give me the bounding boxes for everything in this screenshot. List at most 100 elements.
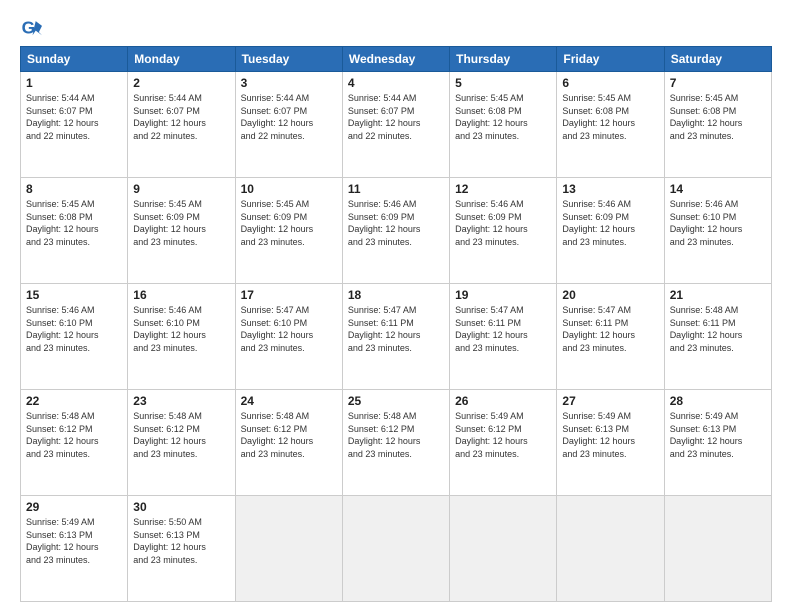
day-info: Sunrise: 5:46 AM Sunset: 6:09 PM Dayligh… [562,198,658,248]
day-cell: 1 Sunrise: 5:44 AM Sunset: 6:07 PM Daylig… [21,72,128,178]
day-number: 23 [133,394,229,408]
day-info: Sunrise: 5:44 AM Sunset: 6:07 PM Dayligh… [241,92,337,142]
day-cell: 26 Sunrise: 5:49 AM Sunset: 6:12 PM Dayli… [450,390,557,496]
day-number: 6 [562,76,658,90]
day-number: 13 [562,182,658,196]
day-cell: 19Sunrise: 5:47 AM Sunset: 6:11 PM Dayli… [450,284,557,390]
day-number: 3 [241,76,337,90]
day-number: 8 [26,182,122,196]
week-row-2: 15 Sunrise: 5:46 AM Sunset: 6:10 PM Dayli… [21,284,772,390]
day-info: Sunrise: 5:49 AM Sunset: 6:13 PM Dayligh… [562,410,658,460]
day-info: Sunrise: 5:46 AM Sunset: 6:09 PM Dayligh… [348,198,444,248]
day-number: 26 [455,394,551,408]
day-info: Sunrise: 5:45 AM Sunset: 6:09 PM Dayligh… [133,198,229,248]
day-info: Sunrise: 5:46 AM Sunset: 6:10 PM Dayligh… [670,198,766,248]
day-info: Sunrise: 5:45 AM Sunset: 6:09 PM Dayligh… [241,198,337,248]
day-info: Sunrise: 5:44 AM Sunset: 6:07 PM Dayligh… [26,92,122,142]
day-cell: 11 Sunrise: 5:46 AM Sunset: 6:09 PM Dayli… [342,178,449,284]
day-info: Sunrise: 5:45 AM Sunset: 6:08 PM Dayligh… [562,92,658,142]
day-cell: 22Sunrise: 5:48 AM Sunset: 6:12 PM Dayli… [21,390,128,496]
day-cell: 29Sunrise: 5:49 AM Sunset: 6:13 PM Dayli… [21,496,128,602]
day-info: Sunrise: 5:48 AM Sunset: 6:12 PM Dayligh… [241,410,337,460]
day-cell: 30 Sunrise: 5:50 AM Sunset: 6:13 PM Dayli… [128,496,235,602]
day-info: Sunrise: 5:48 AM Sunset: 6:12 PM Dayligh… [26,410,122,460]
day-cell: 25 Sunrise: 5:48 AM Sunset: 6:12 PM Dayli… [342,390,449,496]
day-info: Sunrise: 5:46 AM Sunset: 6:10 PM Dayligh… [133,304,229,354]
day-info: Sunrise: 5:45 AM Sunset: 6:08 PM Dayligh… [455,92,551,142]
day-cell [235,496,342,602]
day-info: Sunrise: 5:47 AM Sunset: 6:11 PM Dayligh… [455,304,551,354]
day-info: Sunrise: 5:49 AM Sunset: 6:13 PM Dayligh… [670,410,766,460]
day-info: Sunrise: 5:47 AM Sunset: 6:11 PM Dayligh… [562,304,658,354]
day-number: 24 [241,394,337,408]
day-info: Sunrise: 5:48 AM Sunset: 6:11 PM Dayligh… [670,304,766,354]
day-info: Sunrise: 5:48 AM Sunset: 6:12 PM Dayligh… [348,410,444,460]
day-cell: 6 Sunrise: 5:45 AM Sunset: 6:08 PM Daylig… [557,72,664,178]
day-cell: 23 Sunrise: 5:48 AM Sunset: 6:12 PM Dayli… [128,390,235,496]
day-cell [342,496,449,602]
header-row: SundayMondayTuesdayWednesdayThursdayFrid… [21,47,772,72]
header-cell-thursday: Thursday [450,47,557,72]
day-info: Sunrise: 5:44 AM Sunset: 6:07 PM Dayligh… [133,92,229,142]
day-info: Sunrise: 5:48 AM Sunset: 6:12 PM Dayligh… [133,410,229,460]
day-cell: 3 Sunrise: 5:44 AM Sunset: 6:07 PM Daylig… [235,72,342,178]
day-number: 11 [348,182,444,196]
header-cell-monday: Monday [128,47,235,72]
day-info: Sunrise: 5:45 AM Sunset: 6:08 PM Dayligh… [26,198,122,248]
day-info: Sunrise: 5:45 AM Sunset: 6:08 PM Dayligh… [670,92,766,142]
day-number: 20 [562,288,658,302]
day-cell: 16 Sunrise: 5:46 AM Sunset: 6:10 PM Dayli… [128,284,235,390]
header-cell-tuesday: Tuesday [235,47,342,72]
header: G [20,18,772,40]
day-cell: 13 Sunrise: 5:46 AM Sunset: 6:09 PM Dayli… [557,178,664,284]
week-row-1: 8 Sunrise: 5:45 AM Sunset: 6:08 PM Daylig… [21,178,772,284]
day-cell: 17Sunrise: 5:47 AM Sunset: 6:10 PM Dayli… [235,284,342,390]
day-cell: 12 Sunrise: 5:46 AM Sunset: 6:09 PM Dayli… [450,178,557,284]
week-row-0: 1 Sunrise: 5:44 AM Sunset: 6:07 PM Daylig… [21,72,772,178]
day-number: 1 [26,76,122,90]
day-number: 15 [26,288,122,302]
header-cell-friday: Friday [557,47,664,72]
header-cell-sunday: Sunday [21,47,128,72]
day-number: 7 [670,76,766,90]
day-cell: 21 Sunrise: 5:48 AM Sunset: 6:11 PM Dayli… [664,284,771,390]
header-cell-saturday: Saturday [664,47,771,72]
day-number: 16 [133,288,229,302]
day-cell: 2 Sunrise: 5:44 AM Sunset: 6:07 PM Daylig… [128,72,235,178]
day-number: 4 [348,76,444,90]
day-number: 10 [241,182,337,196]
day-cell: 4 Sunrise: 5:44 AM Sunset: 6:07 PM Daylig… [342,72,449,178]
week-row-4: 29Sunrise: 5:49 AM Sunset: 6:13 PM Dayli… [21,496,772,602]
day-number: 9 [133,182,229,196]
day-cell: 15Sunrise: 5:46 AM Sunset: 6:10 PM Dayli… [21,284,128,390]
day-cell: 8 Sunrise: 5:45 AM Sunset: 6:08 PM Daylig… [21,178,128,284]
day-info: Sunrise: 5:49 AM Sunset: 6:13 PM Dayligh… [26,516,122,566]
logo: G [20,18,46,40]
calendar-table: SundayMondayTuesdayWednesdayThursdayFrid… [20,46,772,602]
day-info: Sunrise: 5:50 AM Sunset: 6:13 PM Dayligh… [133,516,229,566]
day-cell: 14Sunrise: 5:46 AM Sunset: 6:10 PM Dayli… [664,178,771,284]
day-cell: 5 Sunrise: 5:45 AM Sunset: 6:08 PM Daylig… [450,72,557,178]
day-number: 12 [455,182,551,196]
day-cell: 27 Sunrise: 5:49 AM Sunset: 6:13 PM Dayli… [557,390,664,496]
calendar-header: SundayMondayTuesdayWednesdayThursdayFrid… [21,47,772,72]
day-info: Sunrise: 5:46 AM Sunset: 6:09 PM Dayligh… [455,198,551,248]
day-number: 17 [241,288,337,302]
day-cell: 7 Sunrise: 5:45 AM Sunset: 6:08 PM Daylig… [664,72,771,178]
page: G SundayMondayTuesdayWednesdayThursdayFr… [0,0,792,612]
day-number: 2 [133,76,229,90]
day-number: 27 [562,394,658,408]
day-number: 5 [455,76,551,90]
day-cell: 20 Sunrise: 5:47 AM Sunset: 6:11 PM Dayli… [557,284,664,390]
day-cell [450,496,557,602]
day-info: Sunrise: 5:44 AM Sunset: 6:07 PM Dayligh… [348,92,444,142]
logo-icon: G [20,18,42,40]
day-number: 21 [670,288,766,302]
week-row-3: 22Sunrise: 5:48 AM Sunset: 6:12 PM Dayli… [21,390,772,496]
day-number: 25 [348,394,444,408]
day-info: Sunrise: 5:49 AM Sunset: 6:12 PM Dayligh… [455,410,551,460]
day-cell: 9 Sunrise: 5:45 AM Sunset: 6:09 PM Daylig… [128,178,235,284]
day-cell [664,496,771,602]
day-cell: 10 Sunrise: 5:45 AM Sunset: 6:09 PM Dayli… [235,178,342,284]
day-number: 30 [133,500,229,514]
